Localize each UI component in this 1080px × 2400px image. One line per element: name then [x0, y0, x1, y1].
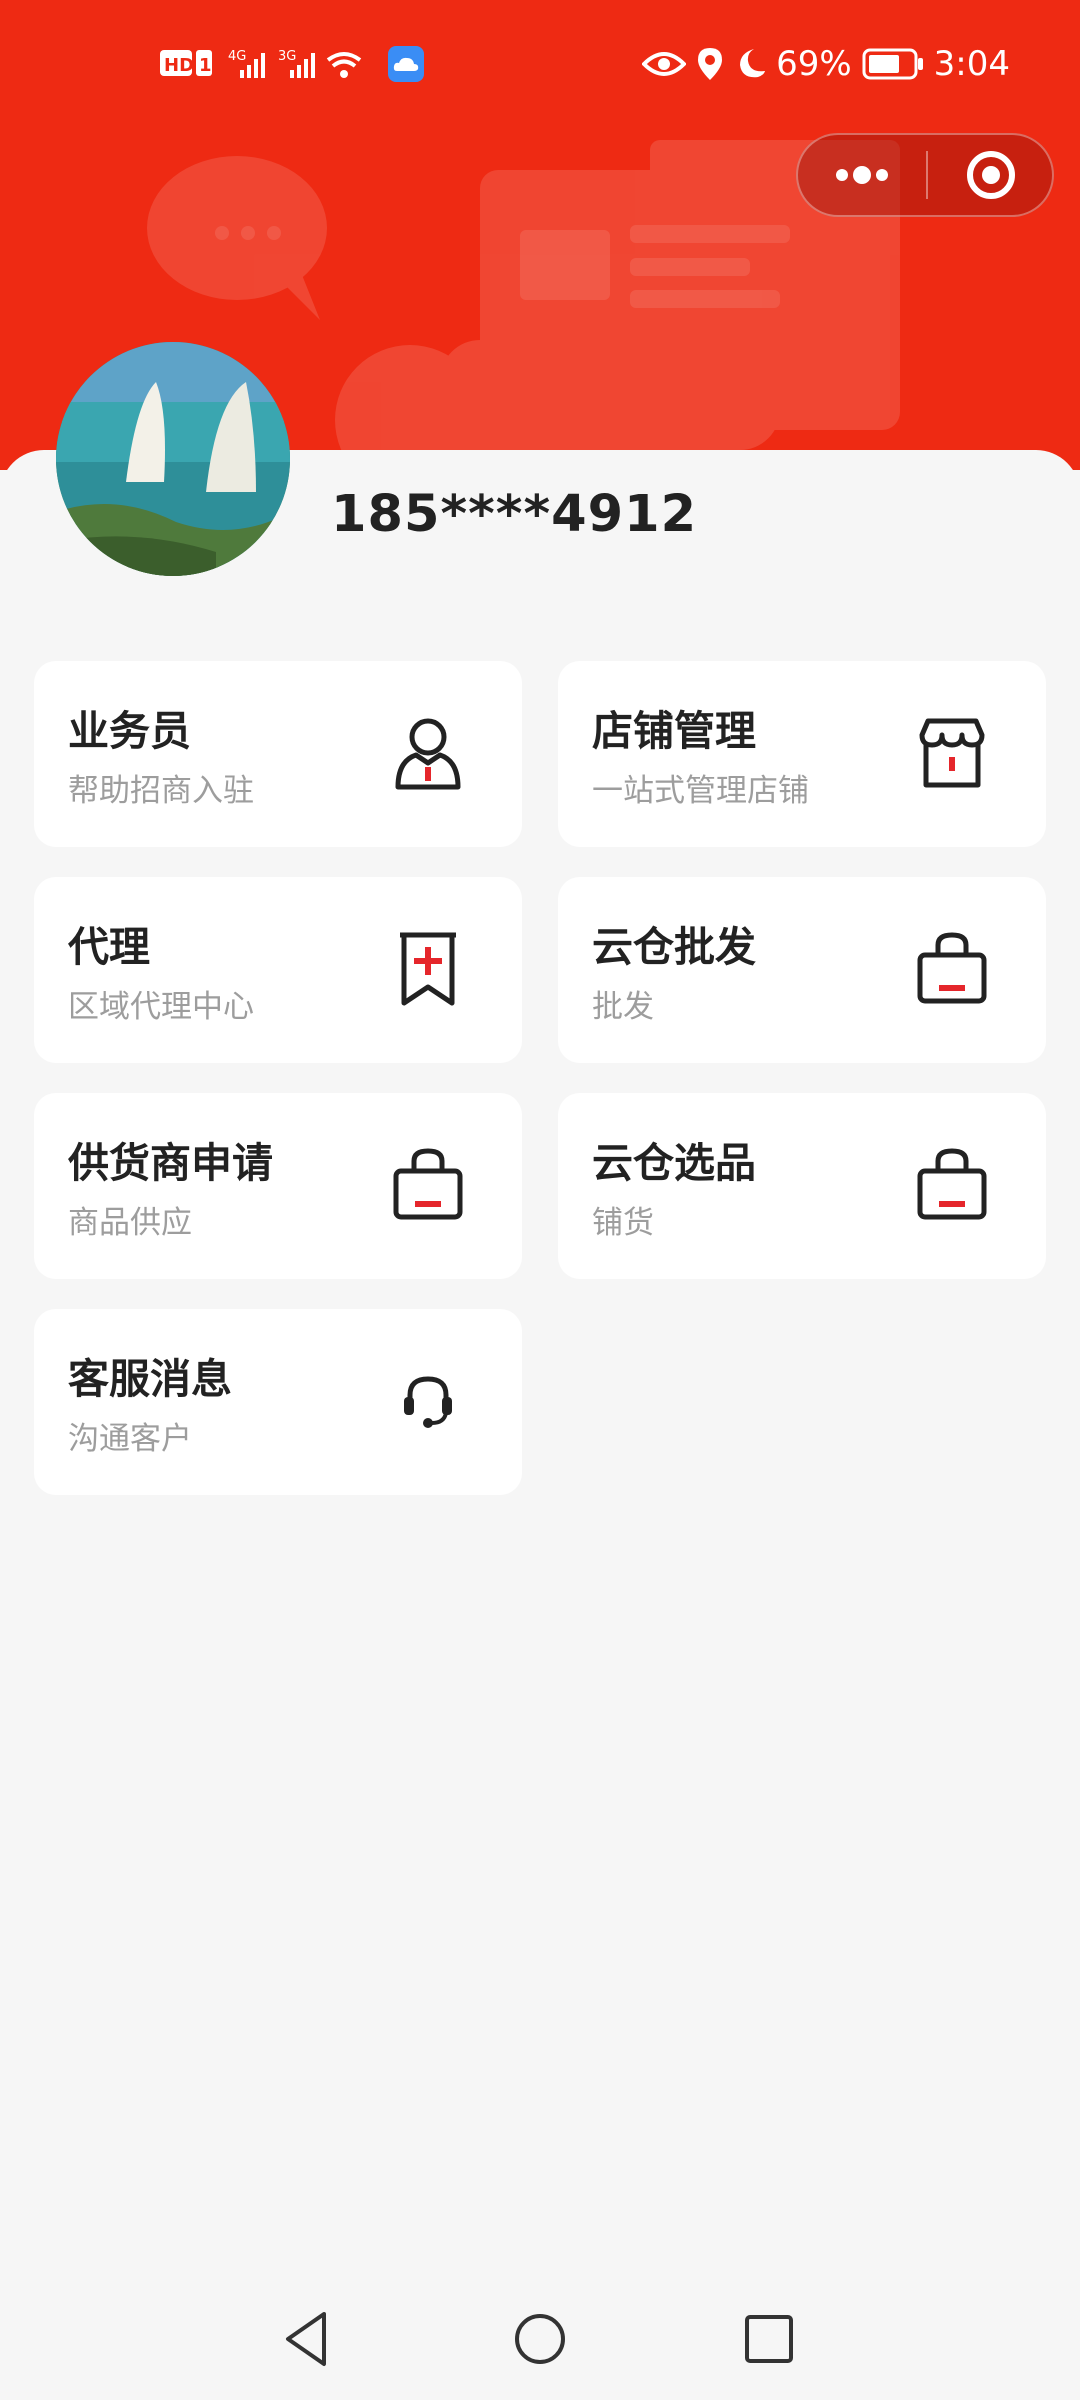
salesperson-icon — [395, 718, 461, 790]
avatar-image — [56, 342, 290, 576]
location-icon — [698, 48, 723, 80]
headset-icon — [404, 1376, 452, 1428]
svg-text:1: 1 — [199, 55, 212, 76]
card-store-management[interactable]: 店铺管理 一站式管理店铺 — [558, 661, 1046, 847]
card-customer-service[interactable]: 客服消息 沟通客户 — [34, 1309, 522, 1495]
more-dots-icon — [836, 166, 888, 184]
target-circle-icon — [967, 151, 1015, 199]
close-miniprogram-button[interactable] — [930, 135, 1052, 215]
status-bar: HD 1 4G 3G 69% 3:04 — [0, 0, 1080, 136]
card-salesperson[interactable]: 业务员 帮助招商入驻 — [34, 661, 522, 847]
recents-button[interactable] — [734, 2304, 804, 2374]
card-subtitle: 商品供应 — [68, 1205, 192, 1241]
battery-icon — [862, 48, 923, 80]
clock: 3:04 — [933, 44, 1010, 84]
store-icon — [919, 718, 985, 788]
system-nav-bar — [0, 2280, 1080, 2400]
cloud-app-icon — [388, 46, 424, 82]
hd-signal-icon: HD 1 4G 3G — [160, 49, 362, 78]
eye-icon — [642, 52, 687, 76]
avatar[interactable] — [56, 342, 290, 576]
back-button[interactable] — [274, 2304, 344, 2374]
card-title: 客服消息 — [68, 1355, 232, 1403]
card-title: 业务员 — [68, 707, 191, 755]
card-subtitle: 区域代理中心 — [68, 989, 254, 1025]
shopping-bag-icon — [393, 1148, 463, 1220]
svg-text:3G: 3G — [278, 49, 296, 64]
card-subtitle: 帮助招商入驻 — [68, 773, 254, 809]
user-phone: 185****4912 — [331, 485, 698, 544]
card-subtitle: 一站式管理店铺 — [592, 773, 809, 809]
card-title: 店铺管理 — [592, 707, 756, 755]
agent-bookmark-icon — [400, 932, 456, 1006]
card-title: 云仓选品 — [592, 1139, 756, 1187]
card-agent[interactable]: 代理 区域代理中心 — [34, 877, 522, 1063]
more-options-button[interactable] — [798, 135, 926, 215]
battery-percent: 69% — [776, 44, 852, 84]
capsule-divider — [926, 151, 928, 199]
card-cloud-product-selection[interactable]: 云仓选品 铺货 — [558, 1093, 1046, 1279]
moon-icon — [740, 49, 766, 78]
home-button[interactable] — [505, 2304, 575, 2374]
svg-text:4G: 4G — [228, 49, 246, 64]
card-cloud-wholesale[interactable]: 云仓批发 批发 — [558, 877, 1046, 1063]
card-subtitle: 沟通客户 — [68, 1421, 192, 1457]
card-title: 代理 — [68, 923, 150, 971]
status-left: HD 1 4G 3G — [160, 44, 424, 84]
shopping-bag-icon — [917, 1148, 987, 1220]
card-title: 供货商申请 — [68, 1139, 273, 1187]
shopping-bag-icon — [917, 932, 987, 1004]
card-supplier-application[interactable]: 供货商申请 商品供应 — [34, 1093, 522, 1279]
card-subtitle: 铺货 — [592, 1205, 654, 1241]
svg-text:HD: HD — [164, 55, 194, 76]
miniprogram-capsule — [796, 133, 1054, 217]
status-right: 69% 3:04 — [642, 44, 1010, 84]
card-title: 云仓批发 — [592, 923, 756, 971]
card-subtitle: 批发 — [592, 989, 654, 1025]
